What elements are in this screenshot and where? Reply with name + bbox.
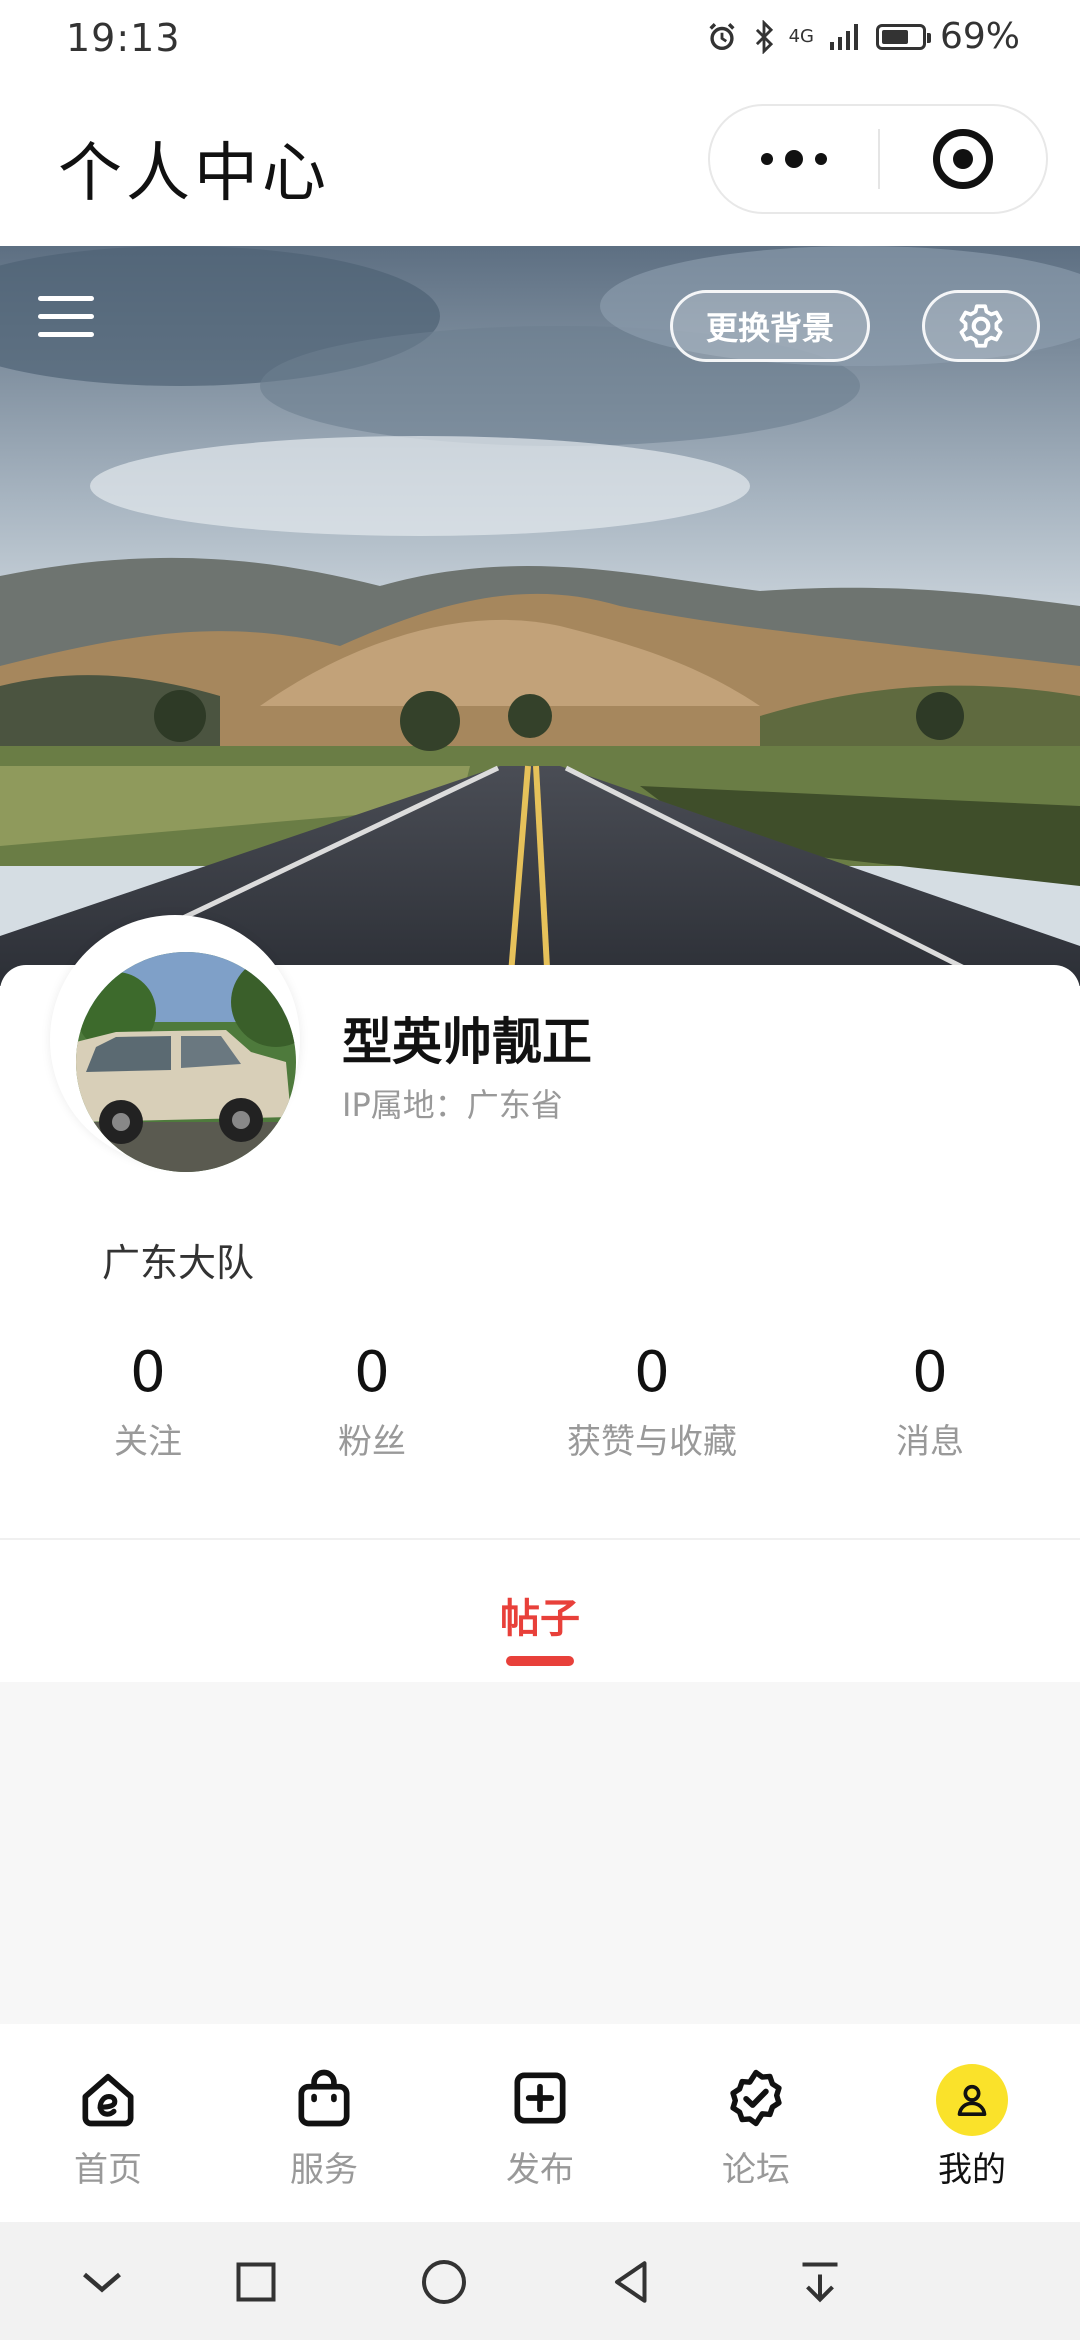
me-badge bbox=[936, 2064, 1008, 2136]
home-circle-icon[interactable] bbox=[414, 2252, 474, 2312]
stat-value: 0 bbox=[130, 1340, 166, 1405]
stat-label: 消息 bbox=[896, 1421, 964, 1462]
bottom-nav: 首页 服务 发布 论坛 我的 bbox=[0, 2024, 1080, 2222]
tab-indicator bbox=[506, 1656, 574, 1666]
battery-icon bbox=[875, 23, 931, 50]
username: 型英帅靓正 bbox=[342, 1013, 592, 1071]
status-bar: 19:13 4G 69% bbox=[0, 0, 1080, 80]
recents-square-icon[interactable] bbox=[226, 2252, 286, 2312]
posts-list-empty bbox=[0, 1682, 1080, 2024]
nav-label: 发布 bbox=[506, 2150, 574, 2190]
profile-background-image bbox=[0, 246, 1080, 986]
stat-label: 关注 bbox=[114, 1421, 182, 1462]
stat-followers[interactable]: 0 粉丝 bbox=[312, 1342, 432, 1463]
network-type: 4G bbox=[788, 25, 814, 47]
stat-following[interactable]: 0 关注 bbox=[88, 1342, 208, 1463]
system-nav-bar bbox=[0, 2222, 1080, 2340]
more-dot-icon bbox=[815, 153, 827, 165]
tab-posts[interactable]: 帖子 bbox=[0, 1540, 1080, 1680]
chevron-down-icon[interactable] bbox=[72, 2252, 132, 2312]
status-icons: 4G 69% bbox=[705, 16, 1020, 57]
badge-check-icon bbox=[730, 2069, 782, 2127]
nav-services[interactable]: 服务 bbox=[216, 2024, 432, 2222]
stat-messages[interactable]: 0 消息 bbox=[870, 1342, 990, 1463]
nav-label: 论坛 bbox=[722, 2150, 790, 2190]
status-time: 19:13 bbox=[66, 16, 181, 60]
bio: 广东大队 bbox=[102, 1241, 255, 1285]
stat-label: 获赞与收藏 bbox=[567, 1421, 737, 1462]
nav-home[interactable]: 首页 bbox=[0, 2024, 216, 2222]
back-triangle-icon[interactable] bbox=[602, 2252, 662, 2312]
more-dot-icon bbox=[761, 153, 773, 165]
car-photo bbox=[76, 952, 296, 1172]
change-background-button[interactable]: 更换背景 bbox=[670, 290, 870, 362]
avatar[interactable] bbox=[76, 952, 296, 1172]
nav-label: 服务 bbox=[290, 2150, 358, 2190]
ip-location: IP属地：广东省 bbox=[342, 1086, 563, 1124]
gear-icon bbox=[959, 304, 1003, 348]
menu-icon[interactable] bbox=[38, 292, 98, 342]
nav-label: 首页 bbox=[74, 2150, 142, 2190]
more-button[interactable] bbox=[710, 106, 878, 212]
more-dot-icon bbox=[785, 150, 803, 168]
settings-button[interactable] bbox=[922, 290, 1040, 362]
title-bar: 个人中心 bbox=[0, 80, 1080, 246]
mini-program-capsule bbox=[708, 104, 1048, 214]
stat-value: 0 bbox=[912, 1340, 948, 1405]
home-e-icon bbox=[82, 2073, 134, 2127]
alarm-icon bbox=[709, 22, 735, 50]
stat-value: 0 bbox=[354, 1340, 390, 1405]
stat-likes-favorites[interactable]: 0 获赞与收藏 bbox=[552, 1342, 752, 1463]
nav-publish[interactable]: 发布 bbox=[432, 2024, 648, 2222]
tab-label: 帖子 bbox=[500, 1596, 580, 1642]
notification-pulldown-icon[interactable] bbox=[790, 2252, 850, 2312]
landscape-illustration bbox=[0, 246, 1080, 986]
page-title: 个人中心 bbox=[58, 137, 330, 211]
target-icon bbox=[933, 129, 993, 189]
nav-me[interactable]: 我的 bbox=[864, 2024, 1080, 2222]
plus-square-icon bbox=[514, 2072, 566, 2124]
bluetooth-icon bbox=[755, 19, 773, 54]
close-button[interactable] bbox=[880, 106, 1046, 212]
user-icon bbox=[957, 2084, 987, 2116]
bag-icon bbox=[298, 2069, 350, 2127]
battery-percent: 69% bbox=[939, 16, 1020, 57]
battery-fill bbox=[881, 29, 908, 44]
nav-label: 我的 bbox=[938, 2150, 1006, 2190]
nav-forum[interactable]: 论坛 bbox=[648, 2024, 864, 2222]
stat-label: 粉丝 bbox=[338, 1421, 406, 1462]
stat-value: 0 bbox=[634, 1340, 670, 1405]
signal-icon bbox=[829, 23, 858, 50]
